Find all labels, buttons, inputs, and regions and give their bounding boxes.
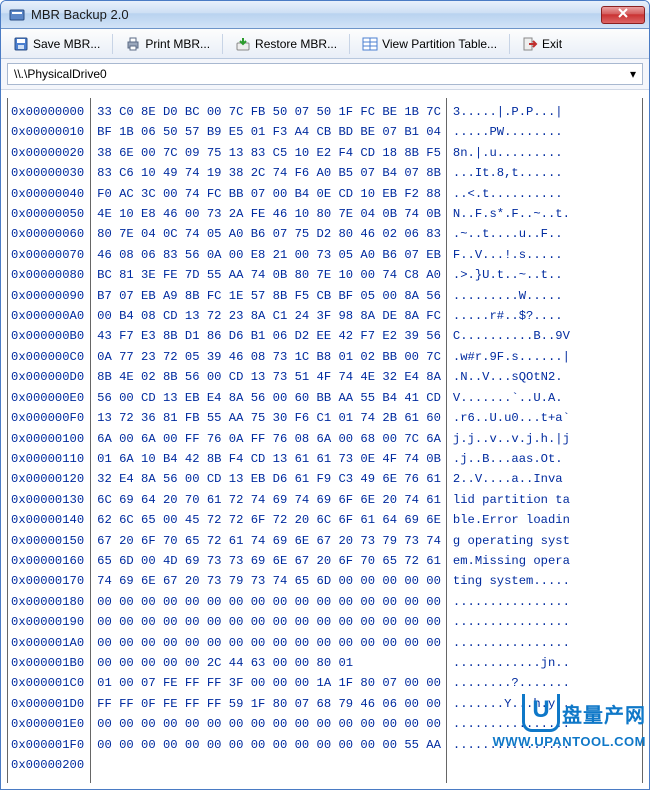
hex-ascii-column: 3.....|.P.P...| .....PW........ 8n.|.u..… [447, 98, 574, 783]
watermark-url: WWW.UPANTOOL.COM [493, 734, 646, 749]
hex-bytes-column: 33 C0 8E D0 BC 00 7C FB 50 07 50 1F FC B… [91, 98, 447, 783]
restore-icon [235, 36, 251, 52]
watermark: U 盘量产网 WWW.UPANTOOL.COM [493, 694, 646, 749]
toolbar-label: View Partition Table... [382, 37, 497, 51]
watermark-logo: U [522, 694, 560, 732]
exit-button[interactable]: Exit [516, 33, 568, 55]
toolbar-label: Restore MBR... [255, 37, 337, 51]
close-icon [618, 8, 628, 21]
titlebar: MBR Backup 2.0 [1, 1, 649, 29]
print-mbr-button[interactable]: Print MBR... [119, 33, 216, 55]
window-title: MBR Backup 2.0 [31, 7, 601, 22]
chevron-down-icon: ▾ [630, 67, 636, 81]
view-partition-button[interactable]: View Partition Table... [356, 33, 503, 55]
toolbar-label: Exit [542, 37, 562, 51]
restore-mbr-button[interactable]: Restore MBR... [229, 33, 343, 55]
toolbar-separator [112, 34, 113, 54]
toolbar: Save MBR... Print MBR... Restore MBR... … [1, 29, 649, 59]
toolbar-label: Save MBR... [33, 37, 100, 51]
close-button[interactable] [601, 6, 645, 24]
exit-icon [522, 36, 538, 52]
drive-select-row: \\.\PhysicalDrive0 ▾ [1, 59, 649, 90]
app-window: MBR Backup 2.0 Save MBR... Print MBR... [0, 0, 650, 790]
drive-selected-value: \\.\PhysicalDrive0 [14, 67, 107, 81]
toolbar-separator [349, 34, 350, 54]
table-icon [362, 36, 378, 52]
app-icon [9, 7, 25, 23]
save-icon [13, 36, 29, 52]
print-icon [125, 36, 141, 52]
toolbar-separator [222, 34, 223, 54]
toolbar-separator [509, 34, 510, 54]
drive-dropdown[interactable]: \\.\PhysicalDrive0 ▾ [7, 63, 643, 85]
save-mbr-button[interactable]: Save MBR... [7, 33, 106, 55]
toolbar-label: Print MBR... [145, 37, 210, 51]
hex-offset-column: 0x00000000 0x00000010 0x00000020 0x00000… [8, 98, 91, 783]
watermark-text: 盘量产网 [562, 699, 646, 728]
hex-viewer: 0x00000000 0x00000010 0x00000020 0x00000… [1, 90, 649, 789]
